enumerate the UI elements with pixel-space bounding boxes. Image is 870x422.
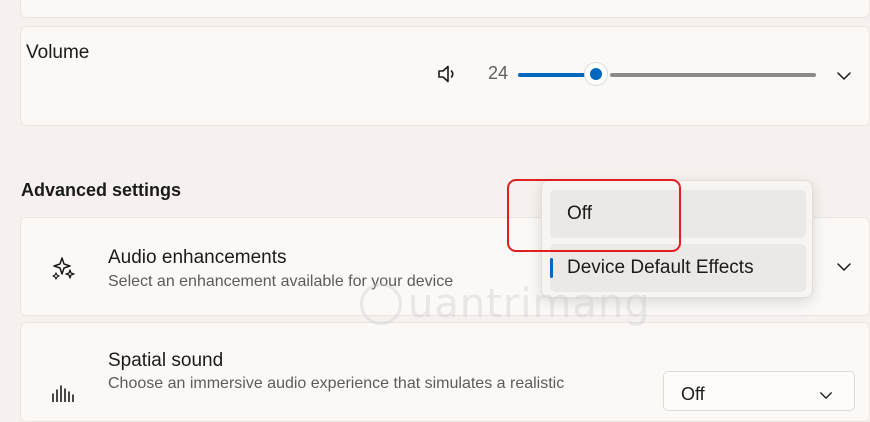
audio-enhancements-chevron-icon[interactable] [836, 262, 852, 272]
spatial-sound-title: Spatial sound [108, 350, 224, 371]
spatial-sound-icon [52, 385, 74, 402]
sparkle-icon [52, 257, 75, 280]
chevron-down-icon [820, 392, 832, 399]
spatial-sound-subtitle: Choose an immersive audio experience tha… [108, 375, 565, 392]
advanced-settings-heading: Advanced settings [21, 180, 182, 200]
volume-slider[interactable] [518, 62, 816, 86]
annotation-highlight-box [507, 179, 681, 252]
volume-slider-thumb[interactable] [584, 62, 608, 86]
volume-expand-chevron-icon[interactable] [836, 71, 852, 81]
previous-settings-card [20, 0, 870, 18]
volume-value: 24 [488, 63, 509, 83]
audio-enhancements-subtitle: Select an enhancement available for your… [108, 273, 454, 290]
volume-slider-track [610, 73, 816, 77]
volume-slider-fill [518, 73, 590, 77]
dropdown-option-label: Device Default Effects [567, 257, 754, 278]
spatial-sound-select[interactable]: Off [663, 371, 855, 411]
selection-indicator [550, 258, 553, 278]
volume-label: Volume [26, 42, 90, 63]
speaker-icon[interactable] [436, 63, 458, 85]
audio-enhancements-title: Audio enhancements [108, 247, 287, 268]
